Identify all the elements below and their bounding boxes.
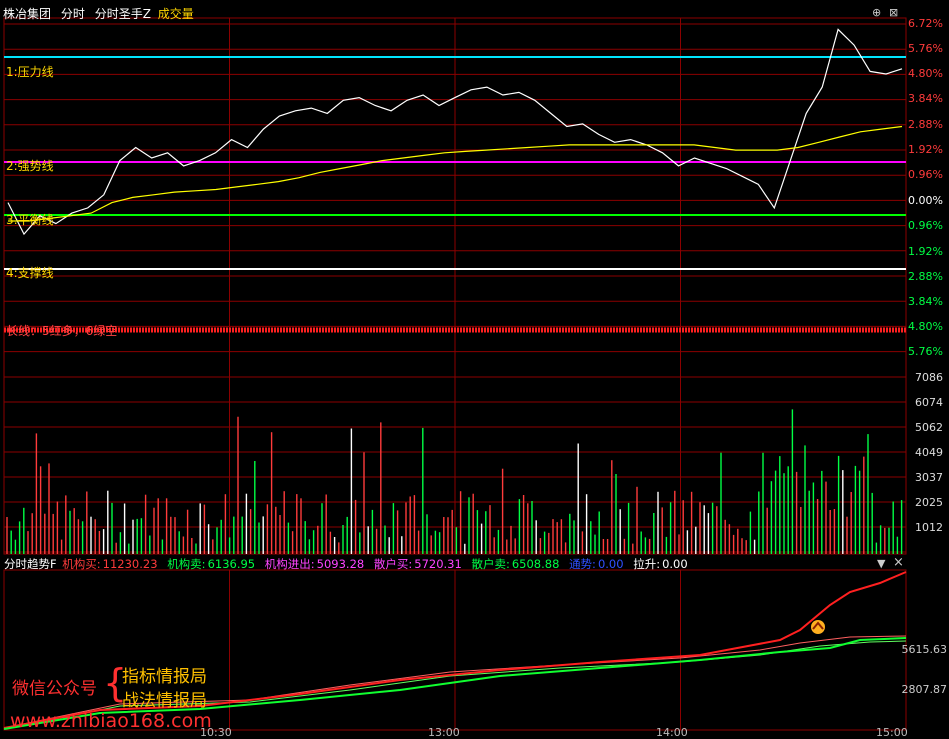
indicator-axis-low: 2807.87 — [901, 683, 948, 696]
retail-sell-value: 6508.88 — [511, 557, 560, 571]
intraday-chart[interactable] — [0, 0, 949, 737]
price-axis-tick: 4.80% — [908, 67, 943, 80]
balance-line-label: 3:平衡线 — [6, 213, 54, 227]
price-axis-tick: 3.84% — [908, 92, 943, 105]
volume-axis-tick: 5062 — [915, 421, 943, 434]
long-line-label: 长线：5红多，6绿空 — [6, 324, 118, 338]
volume-axis-tick: 6074 — [915, 396, 943, 409]
inst-buy-label: 机构买: — [62, 557, 101, 571]
indicator-close-icon[interactable]: × — [893, 555, 904, 570]
volume-axis-tick: 7086 — [915, 371, 943, 384]
price-axis-tick: 5.76% — [908, 345, 943, 358]
inst-sell-value: 6136.95 — [207, 557, 256, 571]
price-axis-tick: 4.80% — [908, 320, 943, 333]
price-axis-tick: 1.92% — [908, 143, 943, 156]
rise-value: 0.00 — [662, 557, 688, 571]
price-axis-tick: 6.72% — [908, 17, 943, 30]
volume-label[interactable]: 成交量 — [158, 7, 194, 21]
support-line-label: 4:支撑线 — [6, 266, 54, 280]
volume-axis-tick: 2025 — [915, 496, 943, 509]
price-axis-tick: 5.76% — [908, 42, 943, 55]
time-axis-tick: 10:30 — [200, 726, 232, 739]
indicator-menu-icon[interactable]: ▼ — [877, 557, 885, 570]
price-axis-tick: 1.92% — [908, 245, 943, 258]
price-axis-tick: 0.96% — [908, 168, 943, 181]
site-watermark: www.zhibiao168.com — [10, 710, 212, 732]
stock-name[interactable]: 株冶集团 — [3, 7, 51, 21]
retail-buy-label: 散户买: — [373, 557, 413, 571]
rise-label: 拉升: — [633, 557, 661, 571]
inst-net-label: 机构进出: — [264, 557, 315, 571]
tab-intraday[interactable]: 分时 — [61, 7, 85, 21]
price-axis-tick: 2.88% — [908, 118, 943, 131]
zoom-icon[interactable]: ⊕ — [872, 6, 881, 19]
close-panel-icon[interactable]: ⊠ — [889, 6, 898, 19]
pressure-line-label: 1:压力线 — [6, 65, 54, 79]
volume-axis-tick: 3037 — [915, 471, 943, 484]
chart-header: 株冶集团 分时 分时圣手Z 成交量 — [3, 5, 200, 22]
indicator-axis-high: 5615.63 — [901, 643, 948, 656]
inst-net-value: 5093.28 — [316, 557, 365, 571]
time-axis-tick: 13:00 — [428, 726, 460, 739]
price-axis-tick: 3.84% — [908, 295, 943, 308]
signal-value: 0.00 — [597, 557, 624, 571]
signal-label: 通势: — [569, 557, 596, 571]
price-axis-tick: 0.00% — [908, 194, 943, 207]
wechat-watermark: 微信公众号 — [12, 679, 97, 699]
price-axis-tick: 0.96% — [908, 219, 943, 232]
indicator-title[interactable]: 分时趋势F — [4, 557, 57, 571]
strong-line-label: 2:强势线 — [6, 159, 54, 173]
indicator-bar: 分时趋势F 机构买: 11230.23 机构卖: 6136.95 机构进出: 5093… — [4, 556, 690, 572]
time-axis-tick: 14:00 — [656, 726, 688, 739]
price-axis-tick: 2.88% — [908, 270, 943, 283]
indicator-name[interactable]: 分时圣手Z — [95, 7, 151, 21]
inst-sell-label: 机构卖: — [167, 557, 206, 571]
time-axis-tick: 15:00 — [876, 726, 908, 739]
volume-axis-tick: 4049 — [915, 446, 943, 459]
retail-buy-value: 5720.31 — [414, 557, 462, 571]
watermark-line1: 指标情报局 — [122, 667, 207, 687]
volume-axis-tick: 1012 — [915, 521, 943, 534]
watermark-line2: 战法情报局 — [122, 691, 207, 711]
inst-buy-value: 11230.23 — [102, 557, 158, 571]
retail-sell-label: 散户卖: — [471, 557, 510, 571]
